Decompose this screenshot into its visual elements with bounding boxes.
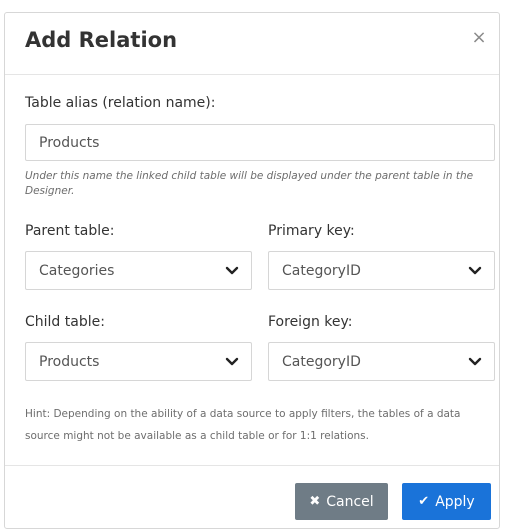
dialog-title: Add Relation <box>25 28 178 52</box>
add-relation-dialog: Add Relation × Table alias (relation nam… <box>4 12 500 529</box>
chevron-down-icon <box>225 266 239 274</box>
foreign-key-value: CategoryID <box>282 353 361 370</box>
primary-key-value: CategoryID <box>282 262 361 279</box>
cancel-button-label: Cancel <box>326 493 374 510</box>
alias-input-value: Products <box>39 134 100 151</box>
child-table-select[interactable]: Products <box>25 342 252 381</box>
dialog-header: Add Relation × <box>5 13 499 75</box>
parent-table-value: Categories <box>39 262 115 279</box>
chevron-down-icon <box>468 266 482 274</box>
x-icon: ✖ <box>309 494 321 509</box>
alias-input[interactable]: Products <box>25 124 495 161</box>
alias-label: Table alias (relation name): <box>25 95 216 111</box>
background <box>0 0 505 12</box>
parent-table-label: Parent table: <box>25 223 115 239</box>
child-table-label: Child table: <box>25 314 105 330</box>
apply-button-label: Apply <box>435 493 475 510</box>
cancel-button[interactable]: ✖ Cancel <box>295 483 388 520</box>
dialog-footer: ✖ Cancel ✔ Apply <box>5 465 499 530</box>
foreign-key-select[interactable]: CategoryID <box>268 342 495 381</box>
check-icon: ✔ <box>418 494 430 509</box>
primary-key-select[interactable]: CategoryID <box>268 251 495 290</box>
child-table-value: Products <box>39 353 100 370</box>
close-icon[interactable]: × <box>469 26 489 50</box>
alias-helper-text: Under this name the linked child table w… <box>25 170 474 197</box>
parent-table-select[interactable]: Categories <box>25 251 252 290</box>
apply-button[interactable]: ✔ Apply <box>402 483 491 520</box>
foreign-key-label: Foreign key: <box>268 314 353 330</box>
chevron-down-icon <box>468 357 482 365</box>
primary-key-label: Primary key: <box>268 223 355 239</box>
hint-text: Hint: Depending on the ability of a data… <box>25 408 461 442</box>
chevron-down-icon <box>225 357 239 365</box>
